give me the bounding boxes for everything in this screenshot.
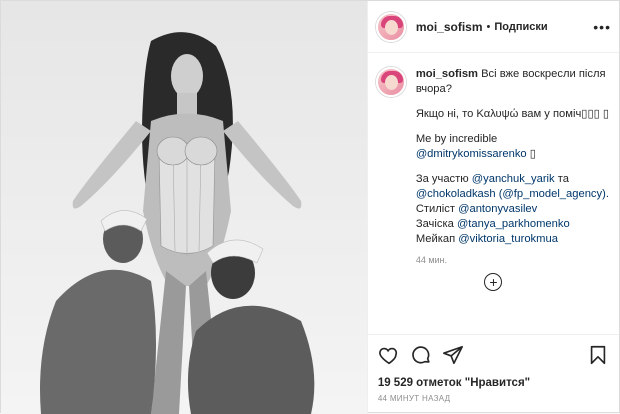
mention-link[interactable]: @dmitrykomissarenko [416,148,527,160]
credits-and: та [557,173,569,185]
caption-line3-prefix: Me by incredible [415,133,498,145]
caption-credits: За участю @yanchuk_yarik та @chokoladkas… [416,172,611,247]
following-button[interactable]: Подписки [494,21,547,33]
caption-line3: Me by incredible @dmitrykomissarenko ▯ [416,132,611,162]
post-date[interactable]: 44 МИНУТ НАЗАД [368,392,619,414]
comment-icon[interactable] [410,344,432,366]
caption-row: moi_sofism Всі вже воскресли після вчора… [375,67,611,247]
bookmark-icon[interactable] [587,344,609,366]
load-more-comments-button[interactable]: + [484,273,503,291]
makeup-prefix: Мейкап [415,233,456,245]
photo-illustration [1,1,367,414]
caption-text: moi_sofism Всі вже воскресли після вчора… [416,67,611,247]
caption-line3-suffix: ▯ [529,148,536,160]
separator-dot: • [486,20,491,33]
mention-link[interactable]: @tanya_parkhomenko [457,218,570,230]
header-username[interactable]: moi_sofism [416,20,483,34]
action-bar [367,334,619,374]
caption-line: moi_sofism Всі вже воскресли після вчора… [416,67,611,97]
post-header: moi_sofism • Подписки ••• [367,1,619,53]
post-side-panel: moi_sofism • Подписки ••• moi_sofism Всі… [367,1,619,414]
caption-time: 44 мин. [415,255,448,265]
avatar[interactable] [375,11,406,42]
post-photo[interactable] [1,1,368,414]
caption-line2: Якщо ні, то Καλυψώ вам у поміч▯▯▯ ▯ [415,108,610,120]
mention-link[interactable]: @antonyvasilev [458,203,537,215]
share-icon[interactable] [442,344,464,366]
more-options-icon[interactable]: ••• [593,19,611,35]
mention-link[interactable]: @chokoladkash [416,188,496,200]
likes-count[interactable]: 19 529 отметок "Нравится" [368,374,619,392]
mention-link[interactable]: (@fp_model_agency). [499,188,609,200]
credits-prefix: За участю [415,173,469,185]
comments-area: moi_sofism Всі вже воскресли після вчора… [368,53,619,334]
instagram-post: moi_sofism • Подписки ••• moi_sofism Всі… [0,0,620,414]
caption-username[interactable]: moi_sofism [416,68,478,80]
heart-icon[interactable] [378,344,400,366]
hair-prefix: Зачіска [415,218,454,230]
avatar[interactable] [375,67,406,97]
mention-link[interactable]: @viktoria_turokmua [458,233,558,245]
stylist-prefix: Стиліст [415,203,455,215]
mention-link[interactable]: @yanchuk_yarik [472,173,555,185]
